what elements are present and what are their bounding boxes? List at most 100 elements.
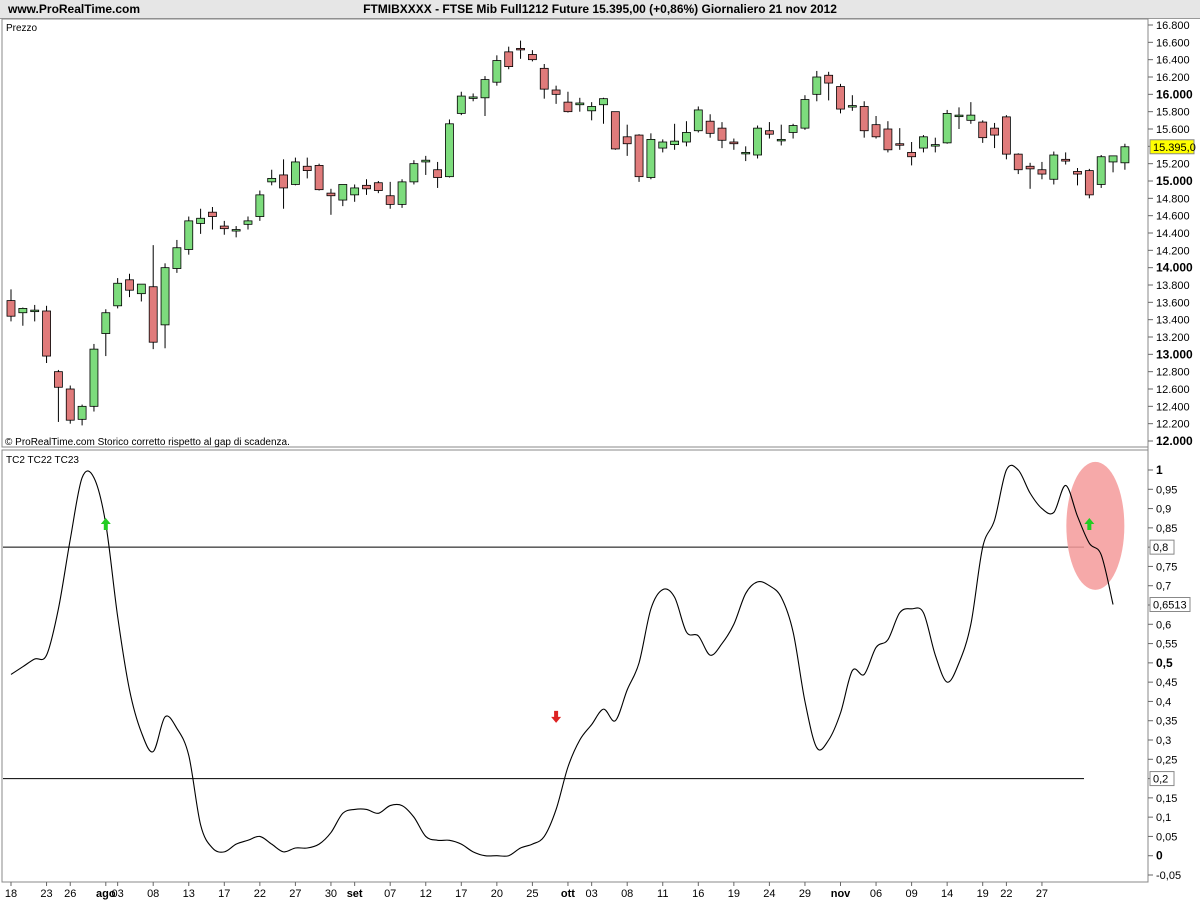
candle-body — [445, 123, 454, 178]
candle-body — [362, 184, 371, 190]
candle-body — [350, 187, 360, 196]
candle-body — [385, 195, 395, 205]
indicator-tick-label: 0,3 — [1156, 735, 1171, 747]
candle-body — [30, 309, 40, 313]
candle-body — [622, 136, 632, 145]
indicator-tick-label: 0,6 — [1156, 619, 1171, 631]
indicator-tick-label: 0,7 — [1156, 581, 1171, 593]
candle-body — [646, 138, 656, 178]
candle-body — [895, 143, 905, 146]
price-tick-label: 16.200 — [1156, 72, 1190, 84]
indicator-panel[interactable] — [1, 449, 1149, 883]
candle-body — [670, 140, 679, 145]
indicator-tick-label: 0 — [1156, 849, 1163, 863]
price-tick-label: 12.000 — [1156, 434, 1193, 448]
x-tick-label: 08 — [621, 888, 633, 900]
x-tick-label: 26 — [64, 888, 76, 900]
indicator-tick-label: 0,1 — [1156, 812, 1171, 824]
candle-body — [468, 96, 478, 99]
candle-body — [705, 120, 715, 134]
candle-body — [219, 225, 229, 230]
price-tick-label: 15.200 — [1156, 159, 1190, 171]
candle-body — [658, 141, 668, 149]
candle-body — [101, 312, 111, 334]
price-y-axis: 12.000 12.200 12.400 12.600 12.800 13.000 13.2… — [1148, 20, 1193, 448]
x-tick-label: 12 — [420, 888, 432, 900]
candle-body — [1108, 155, 1118, 163]
price-tick-label: 13.000 — [1156, 347, 1193, 361]
x-tick-label: set — [347, 888, 363, 900]
x-tick-label: 22 — [254, 888, 266, 900]
candle-body — [77, 405, 87, 420]
candle-body — [539, 67, 549, 90]
candle-body — [302, 165, 312, 171]
candle-body — [1120, 146, 1130, 164]
price-tick-label: 13.600 — [1156, 297, 1190, 309]
candle-body — [599, 98, 608, 106]
candle-body — [990, 127, 999, 136]
candle-body — [480, 79, 490, 99]
candle-body — [397, 181, 407, 205]
candle-body — [148, 286, 158, 343]
x-tick-label: 25 — [526, 888, 538, 900]
candle-body — [563, 101, 573, 113]
price-tick-label: 13.800 — [1156, 280, 1190, 292]
x-tick-label: 19 — [728, 888, 740, 900]
upper-level-label: 0,8 — [1153, 542, 1168, 554]
price-tick-label: 16.400 — [1156, 55, 1190, 67]
candle-body — [836, 86, 845, 110]
candle-body — [847, 105, 857, 108]
indicator-tick-label: 0,55 — [1156, 639, 1177, 651]
candle-body — [1096, 156, 1106, 185]
candle-body — [326, 192, 336, 197]
candle-body — [800, 99, 810, 129]
indicator-tick-label: 0,15 — [1156, 793, 1177, 805]
candle-body — [492, 60, 502, 83]
candle-body — [231, 229, 241, 232]
price-panel[interactable] — [1, 18, 1149, 448]
x-tick-label: 03 — [112, 888, 124, 900]
x-tick-label: 22 — [1000, 888, 1012, 900]
candle-body — [1084, 170, 1094, 196]
x-tick-label: 14 — [941, 888, 953, 900]
price-tick-label: 12.800 — [1156, 367, 1190, 379]
price-tick-label: 16.000 — [1156, 87, 1193, 101]
x-tick-label: 16 — [692, 888, 704, 900]
price-tick-label: 12.600 — [1156, 384, 1190, 396]
candle-body — [788, 125, 798, 133]
price-tick-label: 14.800 — [1156, 193, 1190, 205]
highlight-ellipse — [1066, 461, 1125, 590]
candle-body — [587, 106, 597, 112]
candle-body — [314, 164, 324, 191]
candle-body — [528, 54, 537, 61]
candle-body — [279, 174, 288, 189]
candle-body — [54, 371, 63, 388]
x-tick-label: 17 — [455, 888, 467, 900]
candle-body — [717, 127, 727, 141]
candle-body — [871, 124, 881, 138]
price-tick-label: 15.000 — [1156, 174, 1193, 188]
x-tick-label: 08 — [147, 888, 159, 900]
candle-body — [125, 279, 134, 291]
indicator-tick-label: 0,75 — [1156, 561, 1177, 573]
candle-body — [113, 282, 123, 307]
indicator-tick-label: 0,5 — [1156, 656, 1173, 670]
price-panel-label: Prezzo — [6, 23, 38, 34]
candle-body — [551, 89, 561, 95]
x-tick-label: 27 — [289, 888, 301, 900]
candle-body — [812, 76, 822, 95]
x-tick-label: 19 — [977, 888, 989, 900]
candle-body — [966, 114, 976, 121]
candle-body — [776, 138, 786, 142]
candle-body — [753, 127, 762, 156]
indicator-tick-label: -0,05 — [1156, 870, 1181, 882]
candle-body — [610, 111, 620, 150]
candle-body — [1061, 158, 1071, 162]
candle-body — [1025, 165, 1035, 170]
date-x-axis: 18 23 26 ago03 08 13 17 22 27 30 set 07 12 17 20 25 ott 0… — [5, 882, 1048, 900]
candle-body — [504, 51, 514, 67]
x-tick-label: 17 — [218, 888, 230, 900]
indicator-tick-label: 0,25 — [1156, 754, 1177, 766]
indicator-tick-label: 0,95 — [1156, 484, 1177, 496]
candle-body — [409, 163, 419, 183]
